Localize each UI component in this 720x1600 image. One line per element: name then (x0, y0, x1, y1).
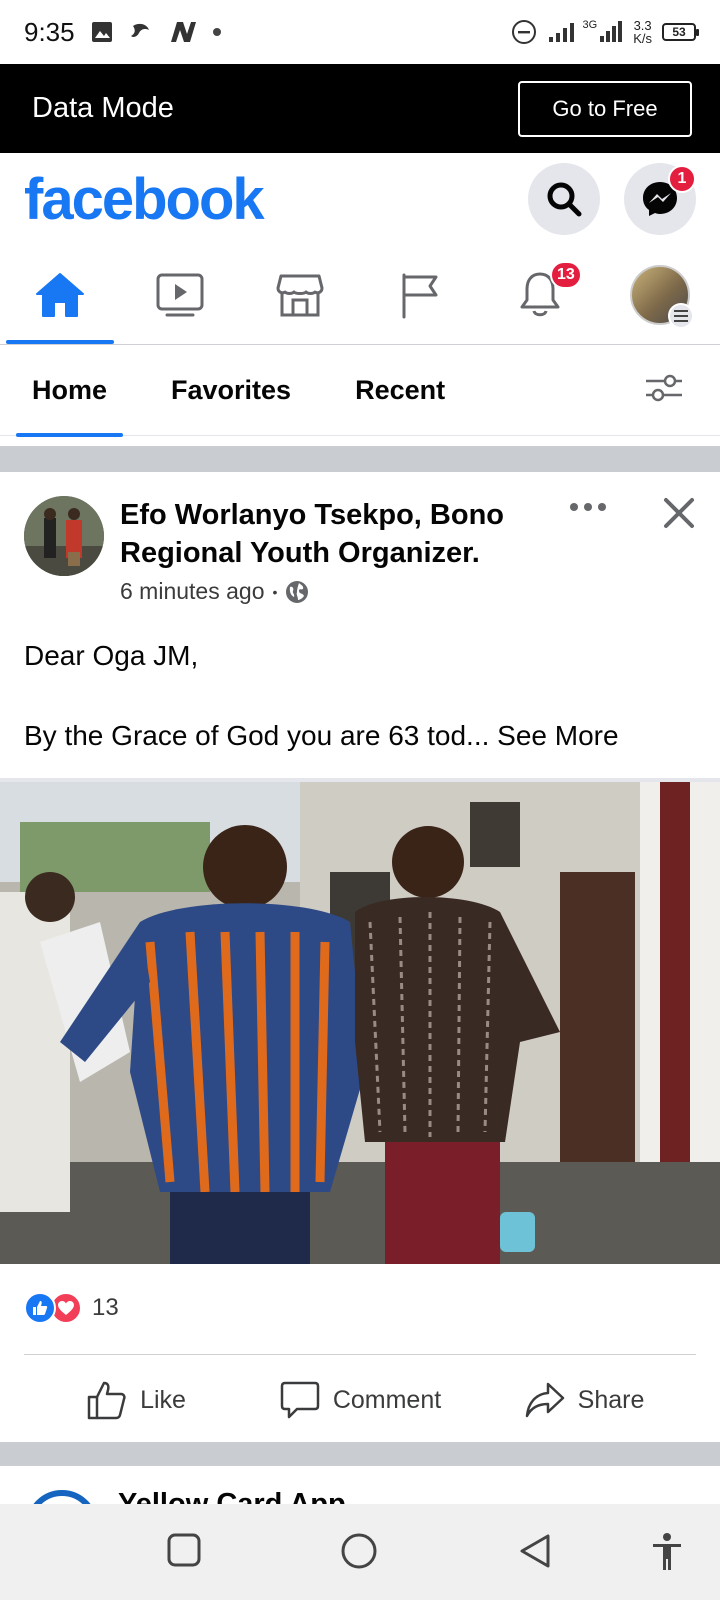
post-time[interactable]: 6 minutes ago (120, 578, 264, 605)
battery-level: 53 (672, 25, 686, 39)
go-to-free-button[interactable]: Go to Free (518, 80, 692, 137)
search-icon (547, 182, 582, 217)
post-header: Efo Worlanyo Tsekpo, Bono Regional Youth… (24, 496, 704, 616)
globe-icon (286, 580, 309, 603)
action-divider (24, 1354, 696, 1355)
menu-icon (668, 302, 694, 329)
video-icon (156, 273, 204, 316)
messenger-button[interactable]: 1 (624, 163, 696, 235)
header-actions: 1 (528, 163, 696, 235)
status-bar: 9:35 3G 3.3 K/s 53 (0, 0, 720, 64)
like-reaction-icon (24, 1292, 56, 1324)
post-author-avatar[interactable] (24, 496, 104, 576)
network-type-label: 3G (582, 19, 598, 31)
next-post: Yellow Card App (0, 1466, 720, 1504)
close-icon (664, 498, 694, 528)
post-separator (0, 1442, 720, 1466)
comment-button[interactable]: Comment (248, 1364, 472, 1436)
feed-separator (0, 446, 720, 472)
comment-label: Comment (332, 1385, 442, 1414)
tab-marketplace[interactable] (240, 245, 360, 344)
tab-notifications[interactable]: 13 (480, 245, 600, 344)
home-icon (36, 272, 84, 317)
notifications-badge: 13 (550, 261, 582, 289)
share-icon (525, 1382, 564, 1418)
meta-separator: • (272, 583, 278, 600)
notification-icons (91, 20, 221, 44)
post-meta: 6 minutes ago • (120, 578, 309, 605)
comment-icon (280, 1381, 320, 1419)
network-speed-unit: K/s (633, 31, 652, 46)
feed-tab-favorites[interactable]: Favorites (155, 346, 307, 436)
data-mode-label: Data Mode (32, 92, 174, 124)
news-app-icon (170, 22, 196, 42)
thumbs-up-icon (87, 1381, 126, 1420)
network-speed: 3.3 K/s (633, 19, 652, 45)
circle-icon (341, 1533, 377, 1569)
back-triangle-icon (520, 1534, 550, 1568)
signal-icon (548, 23, 574, 42)
feed-tab-home[interactable]: Home (16, 346, 124, 437)
battery-icon: 53 (662, 23, 699, 41)
signal-icon-2 (600, 21, 623, 42)
post-actions: Like Comment Share (24, 1364, 696, 1436)
sliders-icon (646, 374, 682, 402)
tab-pages[interactable] (360, 245, 480, 344)
app-header: facebook 1 (0, 153, 720, 245)
accessibility-icon (653, 1533, 681, 1570)
dot-icon (212, 28, 221, 36)
square-icon (167, 1533, 201, 1567)
see-more-link[interactable]: See More (497, 720, 618, 751)
tab-menu[interactable] (600, 245, 720, 344)
status-time: 9:35 (24, 16, 75, 47)
marketplace-icon (276, 274, 324, 316)
back-button[interactable] (518, 1532, 552, 1575)
feed-settings-button[interactable] (644, 372, 684, 409)
tab-home[interactable] (0, 245, 120, 344)
post-text-line2: By the Grace of God you are 63 tod... Se… (24, 716, 704, 756)
accessibility-button[interactable] (650, 1532, 684, 1577)
like-label: Like (140, 1385, 186, 1414)
share-label: Share (577, 1385, 645, 1414)
gallery-icon (91, 22, 112, 42)
next-post-author[interactable]: Yellow Card App (118, 1488, 346, 1504)
tab-watch[interactable] (120, 245, 240, 344)
share-button[interactable]: Share (472, 1364, 696, 1436)
feed-tab-recent[interactable]: Recent (339, 346, 461, 436)
recents-button[interactable] (166, 1532, 202, 1573)
feed-filter-bar: Home Favorites Recent (0, 346, 720, 437)
reactions-summary[interactable]: 13 (24, 1292, 119, 1324)
more-icon (570, 503, 606, 511)
facebook-logo: facebook (24, 166, 265, 232)
post-more-button[interactable] (568, 500, 608, 518)
app-notification-icon (130, 23, 149, 37)
post-text: Dear Oga JM, By the Grace of God you are… (24, 636, 704, 756)
main-nav: 13 (0, 245, 720, 345)
android-nav-bar (0, 1504, 720, 1600)
reaction-count: 13 (92, 1294, 119, 1321)
flag-icon (402, 273, 438, 318)
data-mode-bar: Data Mode Go to Free (0, 64, 720, 153)
post-hide-button[interactable] (662, 496, 696, 535)
home-button[interactable] (340, 1532, 378, 1575)
search-button[interactable] (528, 163, 600, 235)
post-author-name[interactable]: Efo Worlanyo Tsekpo, Bono Regional Youth… (120, 496, 560, 572)
do-not-disturb-icon (511, 20, 536, 44)
post-text-line1: Dear Oga JM, (24, 640, 199, 671)
next-post-avatar[interactable] (26, 1490, 98, 1504)
system-status-icons: 3G 3.3 K/s 53 (511, 19, 699, 45)
post-text-preview: By the Grace of God you are 63 tod... (24, 720, 490, 751)
profile-avatar (630, 264, 694, 329)
messenger-badge: 1 (668, 165, 696, 193)
like-button[interactable]: Like (24, 1364, 248, 1436)
post-photo[interactable] (0, 782, 720, 1264)
